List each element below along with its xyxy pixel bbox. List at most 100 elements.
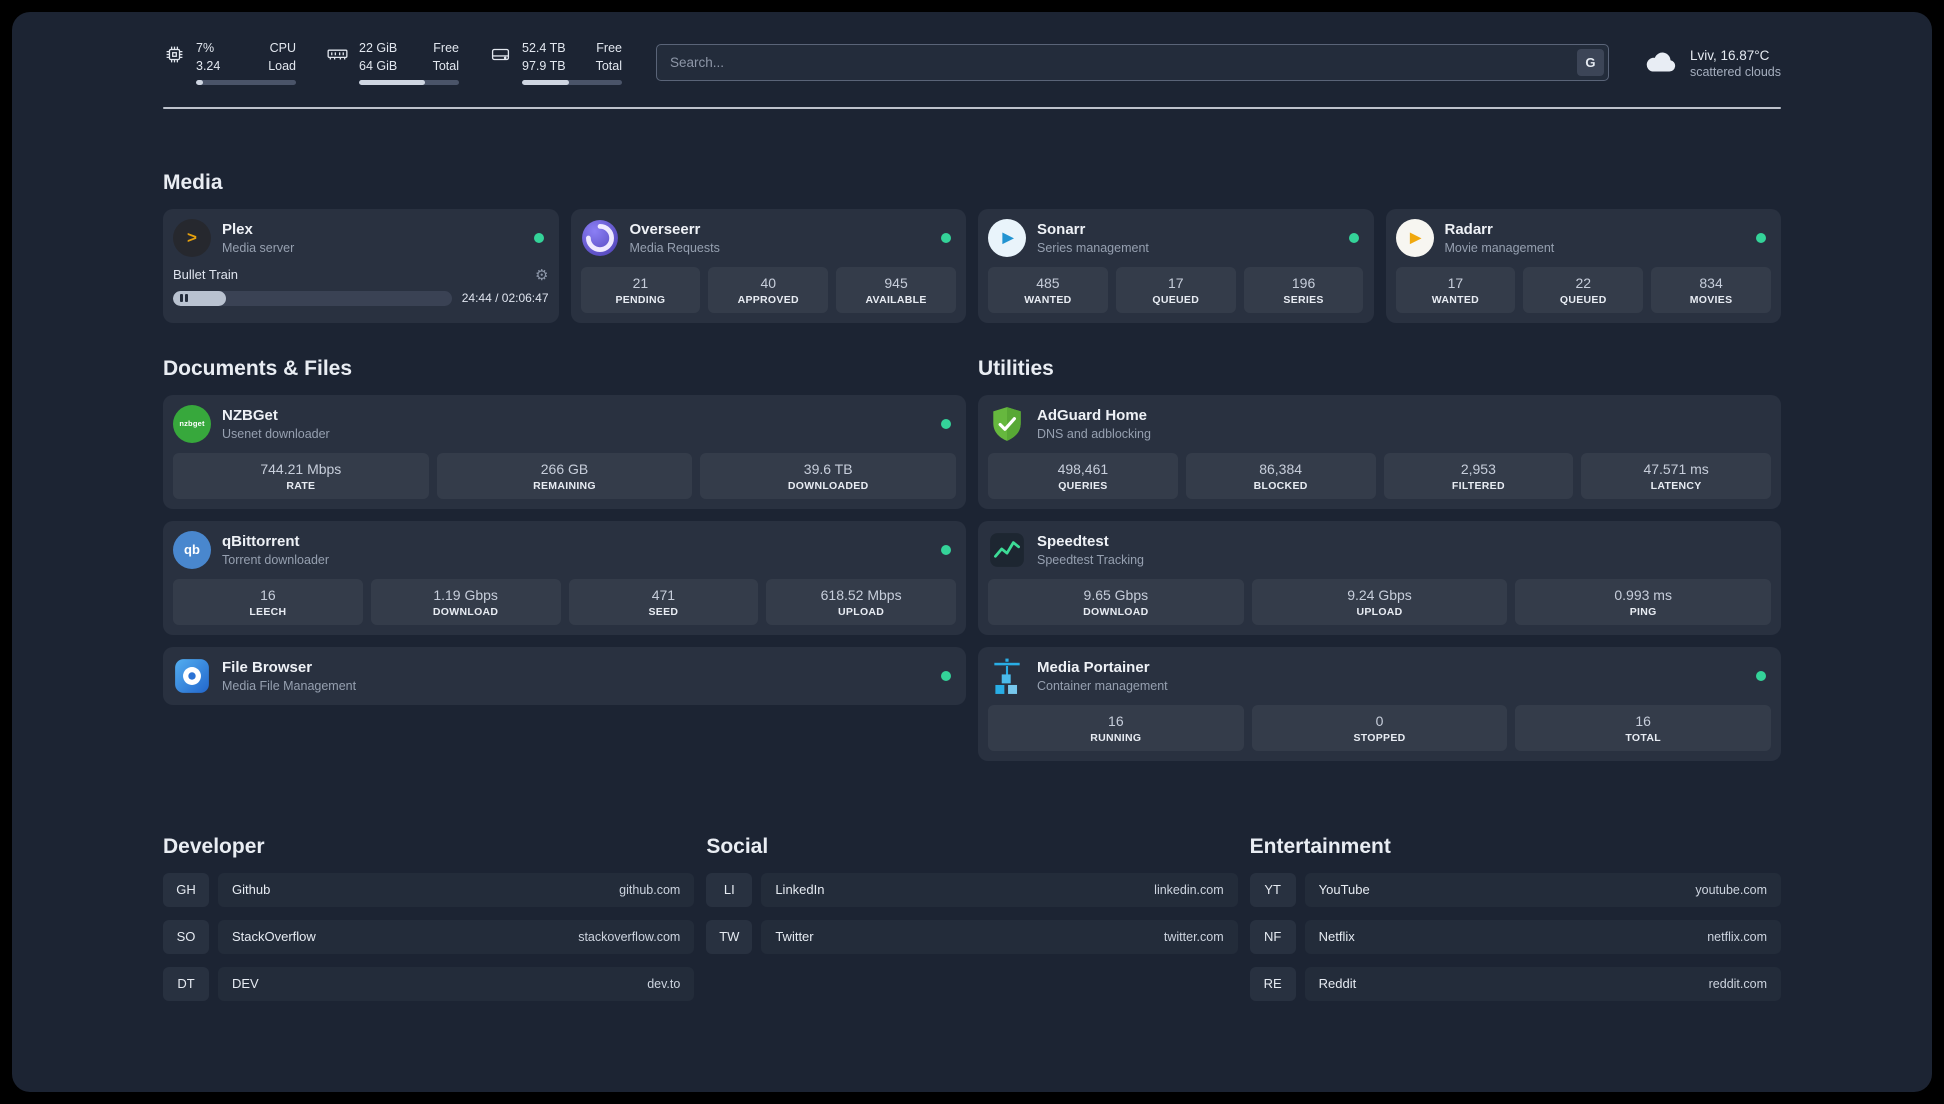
stat-label: REMAINING xyxy=(533,479,596,492)
stat-tile: 86,384 BLOCKED xyxy=(1185,452,1376,499)
radarr-card[interactable]: ▶ Radarr Movie management 17 WANTED 22 Q… xyxy=(1385,208,1781,323)
bookmark-youtube[interactable]: YT YouTube youtube.com xyxy=(1249,872,1781,907)
stat-value: 16 xyxy=(1635,712,1651,729)
disk-free-value: 52.4 TB xyxy=(522,41,566,55)
stat-label: PENDING xyxy=(615,293,666,306)
stat-tile: 22 QUEUED xyxy=(1523,266,1644,313)
stat-value: 945 xyxy=(884,274,908,291)
resource-cpu: 7% CPU 3.24 Load xyxy=(163,40,296,85)
stat-tile: 16 RUNNING xyxy=(988,704,1244,751)
status-dot-online xyxy=(533,232,544,243)
bookmark-name: LinkedIn xyxy=(775,882,825,897)
section-entertainment: Entertainment YT YouTube youtube.com NF … xyxy=(1249,834,1781,1014)
stat-tile: 16 LEECH xyxy=(173,578,363,625)
bookmark-reddit[interactable]: RE Reddit reddit.com xyxy=(1249,966,1781,1001)
stat-value: 22 xyxy=(1575,274,1592,291)
stat-tile: 266 GB REMAINING xyxy=(436,452,693,499)
overseerr-card[interactable]: Overseerr Media Requests 21 PENDING 40 A… xyxy=(570,208,966,323)
stat-value: 9.24 Gbps xyxy=(1347,586,1412,603)
app-desc: Usenet downloader xyxy=(222,426,330,441)
qbittorrent-card[interactable]: qb qBittorrent Torrent downloader 16 LEE… xyxy=(163,520,966,635)
sonarr-icon: ▶ xyxy=(988,218,1026,257)
now-playing-title: Bullet Train xyxy=(173,267,239,282)
app-name: Plex xyxy=(222,221,253,239)
bookmark-netflix[interactable]: NF Netflix netflix.com xyxy=(1249,919,1781,954)
stat-value: 196 xyxy=(1291,274,1316,291)
status-dot-online xyxy=(941,418,951,429)
stat-label: QUEUED xyxy=(1152,293,1200,306)
section-developer: Developer GH Github github.com SO StackO… xyxy=(163,835,695,1014)
memory-free-value: 22 GiB xyxy=(359,41,398,55)
portainer-card[interactable]: Media Portainer Container management 16 … xyxy=(978,646,1781,761)
bookmark-url: netflix.com xyxy=(1707,929,1767,944)
bookmarks: Developer GH Github github.com SO StackO… xyxy=(163,835,1781,1014)
stat-value: 1.19 Gbps xyxy=(433,586,498,603)
stat-value: 86,384 xyxy=(1259,460,1303,477)
bookmark-twitter[interactable]: TW Twitter twitter.com xyxy=(706,919,1238,954)
status-dot-online xyxy=(941,232,951,243)
bookmark-url: stackoverflow.com xyxy=(578,929,681,944)
app-name: Overseerr xyxy=(629,221,701,239)
stat-label: BLOCKED xyxy=(1253,479,1308,492)
search-provider-button[interactable]: G xyxy=(1576,49,1604,76)
stat-label: SEED xyxy=(648,605,679,618)
section-title-entertainment: Entertainment xyxy=(1249,834,1391,858)
search-bar: G xyxy=(656,44,1609,81)
memory-total-label: Total xyxy=(432,58,459,73)
stat-tile: 16 TOTAL xyxy=(1515,704,1772,751)
cloud-icon xyxy=(1646,52,1676,72)
bookmark-name: Twitter xyxy=(775,929,814,944)
section-media: Media > Plex Media server Bullet Train ⚙… xyxy=(163,171,1781,323)
stat-value: 498,461 xyxy=(1057,460,1109,477)
app-desc: Container management xyxy=(1037,678,1168,693)
sonarr-card[interactable]: ▶ Sonarr Series management 485 WANTED 17 xyxy=(978,208,1374,323)
stat-value: 40 xyxy=(760,274,777,291)
stat-label: TOTAL xyxy=(1625,731,1661,744)
stat-label: APPROVED xyxy=(737,293,799,306)
bookmark-github[interactable]: GH Github github.com xyxy=(163,872,695,907)
section-social: Social LI LinkedIn linkedin.com TW Twitt… xyxy=(706,835,1238,967)
section-title-media: Media xyxy=(163,170,223,194)
bookmark-stackoverflow[interactable]: SO StackOverflow stackoverflow.com xyxy=(163,919,695,954)
bookmark-dev[interactable]: DT DEV dev.to xyxy=(163,966,695,1001)
app-name: Radarr xyxy=(1444,221,1493,239)
plex-card[interactable]: > Plex Media server Bullet Train ⚙ 24:44… xyxy=(163,208,559,323)
stat-tile: 834 MOVIES xyxy=(1651,266,1771,313)
bookmark-linkedin[interactable]: LI LinkedIn linkedin.com xyxy=(706,872,1238,907)
stat-label: UPLOAD xyxy=(1356,605,1403,618)
bookmark-url: twitter.com xyxy=(1163,929,1224,944)
bookmark-abbr: LI xyxy=(706,872,753,907)
stat-value: 834 xyxy=(1699,274,1723,291)
memory-progress-bar xyxy=(359,80,459,85)
speedtest-icon xyxy=(990,532,1024,567)
app-desc: Speedtest Tracking xyxy=(1037,552,1145,567)
stat-tile: 0 STOPPED xyxy=(1251,704,1508,751)
section-title-utilities: Utilities xyxy=(978,356,1054,380)
adguard-card[interactable]: AdGuard Home DNS and adblocking 498,461 … xyxy=(978,394,1781,509)
stat-label: DOWNLOADED xyxy=(787,479,869,492)
bookmark-name: StackOverflow xyxy=(232,929,316,944)
cpu-percent: 7% xyxy=(196,41,215,55)
filebrowser-card[interactable]: File Browser Media File Management xyxy=(163,646,966,705)
search-input[interactable] xyxy=(656,44,1609,81)
stat-label: STOPPED xyxy=(1353,731,1406,744)
gear-icon[interactable]: ⚙ xyxy=(535,266,548,284)
bookmark-name: DEV xyxy=(232,976,259,991)
bookmark-url: reddit.com xyxy=(1708,976,1767,991)
stat-tile: 196 SERIES xyxy=(1243,266,1364,313)
stat-value: 17 xyxy=(1447,274,1464,291)
nzbget-card[interactable]: nzbget NZBGet Usenet downloader 744.21 M… xyxy=(163,394,966,509)
plex-glyph: > xyxy=(187,227,197,247)
stat-label: DOWNLOAD xyxy=(432,605,499,618)
bookmark-url: github.com xyxy=(619,882,681,897)
pause-icon[interactable] xyxy=(180,294,188,302)
stat-label: FILTERED xyxy=(1451,479,1505,492)
stat-label: PING xyxy=(1629,605,1657,618)
stat-value: 471 xyxy=(651,586,676,603)
stat-tile: 744.21 Mbps RATE xyxy=(173,452,429,499)
now-playing-widget: Bullet Train ⚙ 24:44 / 02:06:47 xyxy=(173,266,549,306)
speedtest-card[interactable]: Speedtest Speedtest Tracking 9.65 Gbps D… xyxy=(978,520,1781,635)
portainer-icon xyxy=(994,658,1020,694)
stat-value: 16 xyxy=(260,586,276,603)
playback-progress-bar[interactable] xyxy=(173,290,452,306)
